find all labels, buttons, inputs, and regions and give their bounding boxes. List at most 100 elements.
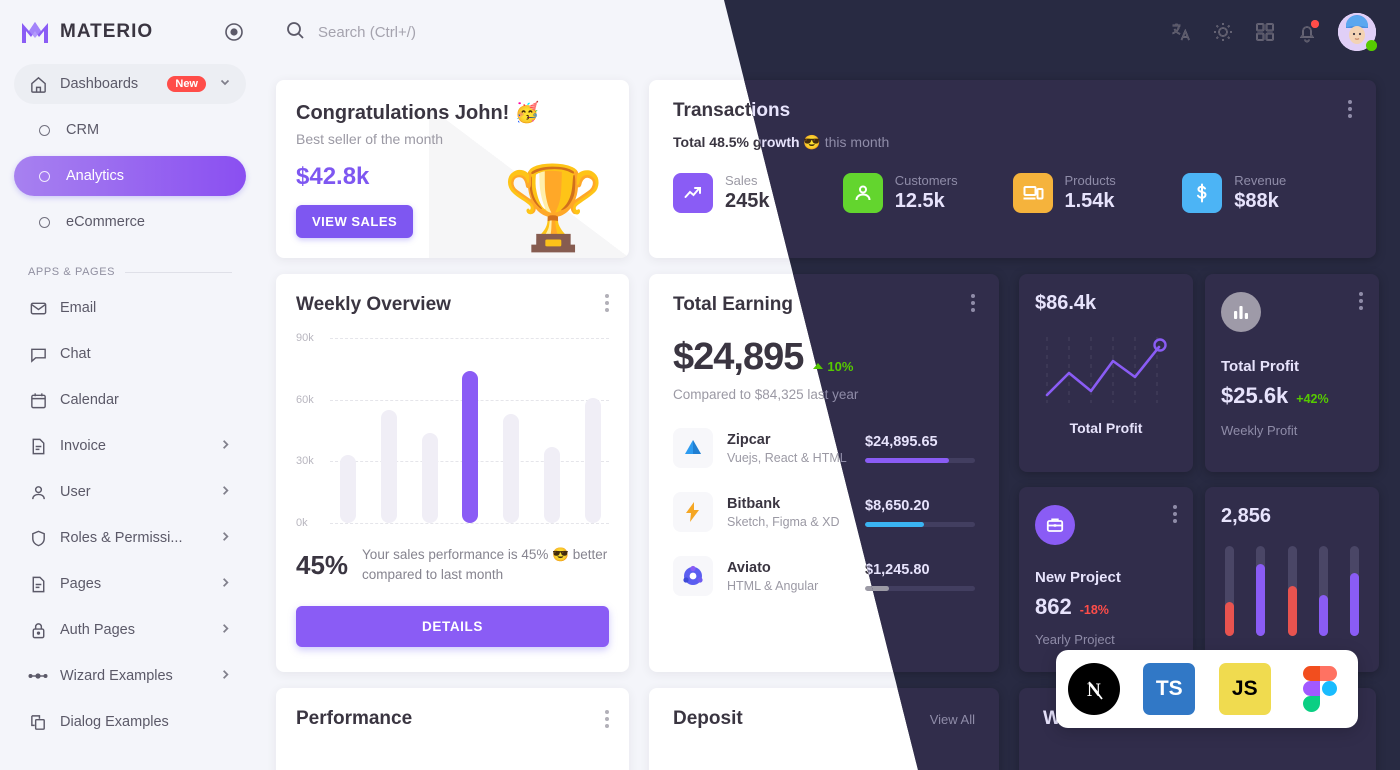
shield-icon [28,528,48,548]
performance-title: Performance [296,708,413,729]
new-project-subtitle: Yearly Project [1035,632,1115,647]
new-project-delta: -18% [1079,603,1109,617]
user-avatar[interactable] [1338,13,1377,51]
sidebar-nav: Dashboards New CRM Analytics eCommerce A… [0,64,260,742]
brand-header: MATERIO [0,0,260,64]
deposit-view-all-link[interactable]: View All [930,712,975,727]
document-icon [28,436,48,456]
kebab-menu-icon[interactable] [1348,100,1352,118]
sidebar-item-label: Analytics [66,168,125,184]
translate-icon[interactable] [1170,21,1192,43]
chart-bar-track[interactable] [1256,546,1266,636]
sidebar-item-label: Wizard Examples [60,668,173,684]
stat-label: Customers [894,173,958,188]
details-button[interactable]: DETAILS [296,605,609,647]
sidebar-item-email[interactable]: Email [14,288,246,328]
progress-fill [865,521,925,527]
sidebar-item-crm[interactable]: CRM [14,110,246,150]
search-input[interactable]: Search (Ctrl+/) [318,24,416,41]
dots-connector-icon [28,666,48,686]
sidebar-item-label: Calendar [60,392,119,408]
circle-outline-icon [34,166,54,186]
online-status-dot [1366,40,1377,51]
chart-bar[interactable] [421,432,438,523]
kebab-menu-icon[interactable] [1359,292,1363,310]
stat-revenue: Revenue $88k [1182,173,1352,213]
new-badge: New [167,76,206,92]
chart-bar-track[interactable] [1287,546,1297,636]
section-divider [125,271,232,273]
weekly-profit-card: Total Profit $25.6k +42% Weekly Profit [1205,274,1379,472]
chat-bubble-icon [28,344,48,364]
row-amount: $8,650.20 [865,497,930,514]
search-bar[interactable]: Search (Ctrl+/) [284,19,1170,46]
chart-bar[interactable] [503,414,520,523]
sidebar-item-auth-pages[interactable]: Auth Pages [14,610,246,650]
company-tags: Vuejs, React & HTML [727,450,847,465]
sidebar-item-chat[interactable]: Chat [14,334,246,374]
chart-bar-fill [1225,601,1234,636]
chevron-down-icon[interactable] [218,75,232,93]
chart-bar[interactable] [462,370,479,523]
chevron-right-icon[interactable] [219,622,232,639]
kebab-menu-icon[interactable] [1173,505,1177,523]
sidebar-item-roles-permissions[interactable]: Roles & Permissi... [14,518,246,558]
chevron-right-icon[interactable] [219,484,232,501]
chevron-right-icon[interactable] [219,576,232,593]
sidebar-item-calendar[interactable]: Calendar [14,380,246,420]
chart-bar[interactable] [340,455,356,523]
chevron-right-icon[interactable] [219,668,232,685]
notifications-bell-icon[interactable] [1296,20,1319,43]
visits-bar-chart [1221,546,1363,636]
sidebar-item-wizard-examples[interactable]: Wizard Examples [14,656,246,696]
pin-toggle-icon[interactable] [224,22,244,42]
progress-fill [865,457,949,463]
sidebar-item-label: Email [60,300,97,316]
search-icon [284,19,306,46]
trending-up-icon [673,173,713,213]
figma-logo-icon [1294,663,1347,715]
brand-name: MATERIO [60,21,154,42]
sidebar-item-ecommerce[interactable]: eCommerce [14,202,246,242]
chart-bar-track[interactable] [1225,546,1234,636]
zipcar-logo-icon [673,428,713,468]
sidebar-item-dialog-examples[interactable]: Dialog Examples [14,702,246,742]
chart-bar-fill [1287,585,1297,636]
theme-toggle-icon[interactable] [1212,21,1234,43]
apps-grid-icon[interactable] [1254,21,1276,43]
stat-value: $88k [1234,190,1279,212]
weekly-profit-title: Total Profit [1221,358,1300,375]
progress-track [865,457,975,463]
stat-value: 12.5k [894,190,945,212]
sidebar-item-analytics[interactable]: Analytics [14,156,246,196]
notification-badge [1311,20,1319,28]
company-tags: HTML & Angular [727,578,819,593]
tech-logos-bar: N TS JS [1056,650,1358,728]
kebab-menu-icon[interactable] [605,294,609,312]
sidebar-item-pages[interactable]: Pages [14,564,246,604]
sidebar-item-label: Invoice [60,438,106,454]
view-sales-button[interactable]: VIEW SALES [296,205,414,238]
company-name: Zipcar [727,431,771,448]
weekly-note: Your sales performance is 45% 😎 better c… [362,547,608,583]
materio-logo-icon [20,19,50,45]
row-amount: $24,895.65 [865,433,938,450]
sidebar-item-dashboards[interactable]: Dashboards New [14,64,246,104]
new-project-card: New Project 862 -18% Yearly Project [1019,487,1193,672]
total-earning-amount: $24,895 [673,336,804,378]
kebab-menu-icon[interactable] [971,294,975,312]
aviato-logo-icon [673,556,713,596]
company-name: Aviato [727,559,771,576]
chevron-right-icon[interactable] [219,438,232,455]
chart-bar[interactable] [584,397,601,523]
kebab-menu-icon[interactable] [605,710,609,728]
chart-bar[interactable] [380,409,397,523]
chart-bar-track[interactable] [1318,546,1328,636]
chevron-right-icon[interactable] [219,530,232,547]
chart-bar-track[interactable] [1350,546,1359,636]
delta-value: 10% [827,358,854,374]
chart-bar[interactable] [544,446,561,523]
sidebar-item-invoice[interactable]: Invoice [14,426,246,466]
weekly-profit-subtitle: Weekly Profit [1221,423,1298,438]
sidebar-item-user[interactable]: User [14,472,246,512]
